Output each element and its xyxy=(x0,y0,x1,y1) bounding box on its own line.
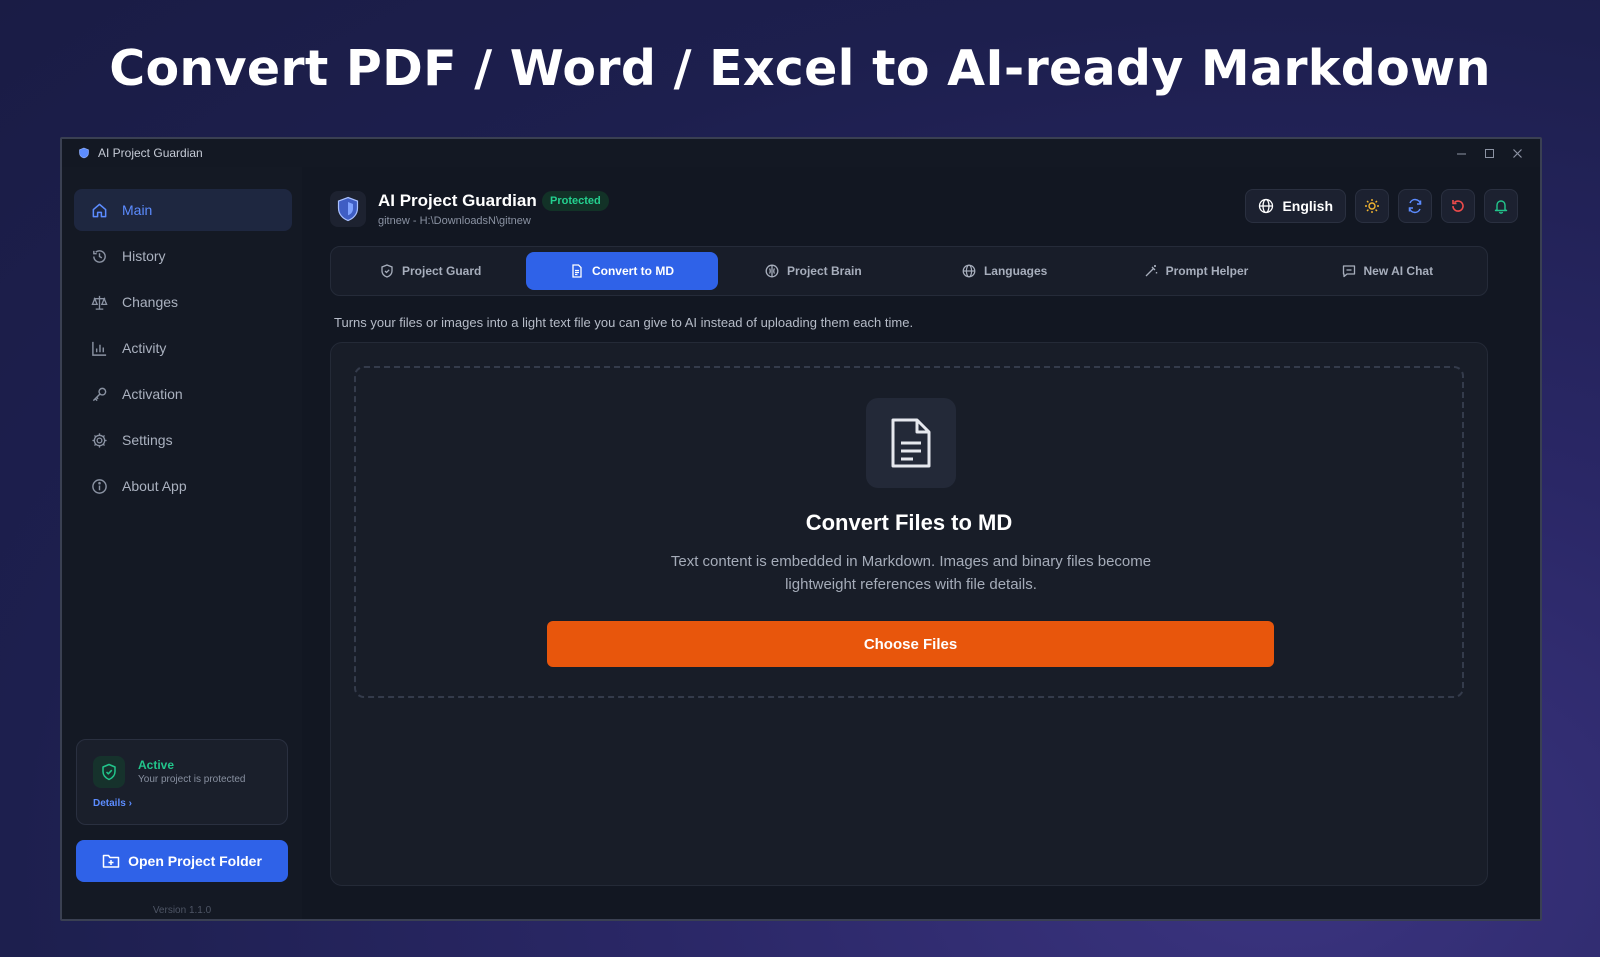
app-logo xyxy=(330,191,366,227)
sidebar-item-label: Settings xyxy=(122,432,173,448)
sidebar-item-label: About App xyxy=(122,478,187,494)
tab-label: Project Brain xyxy=(786,264,862,278)
app-window: AI Project Guardian Main History Changes… xyxy=(60,137,1542,921)
folder-plus-icon xyxy=(102,853,120,869)
app-name: AI Project Guardian xyxy=(378,191,537,210)
rotate-ccw-icon xyxy=(1450,198,1466,214)
sidebar-item-activity[interactable]: Activity xyxy=(74,327,292,369)
sidebar-item-label: Activation xyxy=(122,386,183,402)
sidebar: Main History Changes Activity Activation… xyxy=(62,167,302,919)
sidebar-item-changes[interactable]: Changes xyxy=(74,281,292,323)
key-icon xyxy=(90,385,108,403)
tab-label: Languages xyxy=(983,264,1048,278)
tab-languages[interactable]: Languages xyxy=(909,252,1100,290)
headline: Convert PDF / Word / Excel to AI-ready M… xyxy=(109,40,1491,97)
file-dropzone[interactable]: Convert Files to MD Text content is embe… xyxy=(354,366,1464,698)
sidebar-item-main[interactable]: Main xyxy=(74,189,292,231)
tab-new-ai-chat[interactable]: New AI Chat xyxy=(1292,252,1483,290)
dropzone-title: Convert Files to MD xyxy=(805,510,1013,535)
open-project-folder-label: Open Project Folder xyxy=(128,853,262,869)
status-title: Active xyxy=(138,758,175,772)
theme-toggle-button[interactable] xyxy=(1355,189,1389,223)
tab-prompt-helper[interactable]: Prompt Helper xyxy=(1100,252,1291,290)
feature-description: Turns your files or images into a light … xyxy=(334,315,914,330)
dropzone-description: Text content is embedded in Markdown. Im… xyxy=(670,553,1152,593)
chevron-right-icon: › xyxy=(128,798,132,809)
protected-badge: Protected xyxy=(542,191,609,211)
home-icon xyxy=(90,201,108,219)
language-label: English xyxy=(1282,198,1333,214)
file-document-icon xyxy=(866,398,956,488)
tab-project-guard[interactable]: Project Guard xyxy=(335,252,526,290)
globe-icon xyxy=(1258,198,1274,214)
scale-icon xyxy=(90,293,108,311)
feature-tabs: Project Guard Convert to MD Project Brai… xyxy=(330,246,1488,296)
notifications-button[interactable] xyxy=(1484,189,1518,223)
tab-label: Prompt Helper xyxy=(1165,264,1249,278)
sidebar-item-about-app[interactable]: About App xyxy=(74,465,292,507)
tab-label: New AI Chat xyxy=(1363,264,1434,278)
sidebar-item-label: Changes xyxy=(122,294,179,310)
refresh-button[interactable] xyxy=(1398,189,1432,223)
language-selector[interactable]: English xyxy=(1245,189,1346,223)
bell-icon xyxy=(1493,198,1509,214)
main-content: AI Project Guardian Protected gitnew - H… xyxy=(302,167,1540,919)
tab-label: Convert to MD xyxy=(591,264,674,278)
convert-panel: Convert Files to MD Text content is embe… xyxy=(330,342,1488,886)
maximize-button[interactable] xyxy=(1478,143,1500,163)
sidebar-item-activation[interactable]: Activation xyxy=(74,373,292,415)
shield-check-icon xyxy=(93,756,125,788)
bar-chart-icon xyxy=(90,339,108,357)
window-title: AI Project Guardian xyxy=(98,146,203,160)
sidebar-item-label: Activity xyxy=(122,340,167,356)
choose-files-button[interactable]: Choose Files xyxy=(547,621,1274,667)
sidebar-nav: Main History Changes Activity Activation… xyxy=(74,189,292,511)
shield-icon xyxy=(380,264,394,278)
sun-icon xyxy=(1364,198,1380,214)
sidebar-item-label: History xyxy=(122,248,166,264)
magic-wand-icon xyxy=(1144,264,1158,278)
minimize-button[interactable] xyxy=(1450,143,1472,163)
gear-icon xyxy=(90,431,108,449)
tab-label: Project Guard xyxy=(401,264,482,278)
document-icon xyxy=(570,264,584,278)
brain-icon xyxy=(765,264,779,278)
version-label: Version 1.1.0 xyxy=(152,905,212,916)
tab-project-brain[interactable]: Project Brain xyxy=(718,252,909,290)
protection-status-card: Active Your project is protected Details… xyxy=(76,739,288,825)
title-bar: AI Project Guardian xyxy=(62,139,1540,167)
chat-icon xyxy=(1342,264,1356,278)
app-shield-icon xyxy=(78,147,90,159)
refresh-icon xyxy=(1407,198,1423,214)
status-details-link[interactable]: Details › xyxy=(93,798,132,809)
globe-icon xyxy=(962,264,976,278)
close-button[interactable] xyxy=(1506,143,1528,163)
status-subtitle: Your project is protected xyxy=(138,774,246,785)
project-path: gitnew - H:\DownloadsN\gitnew xyxy=(378,215,531,227)
sidebar-item-label: Main xyxy=(122,202,153,218)
reset-button[interactable] xyxy=(1441,189,1475,223)
open-project-folder-button[interactable]: Open Project Folder xyxy=(76,840,288,882)
tab-convert-to-md[interactable]: Convert to MD xyxy=(526,252,718,290)
header-actions: English xyxy=(1245,189,1518,223)
sidebar-item-settings[interactable]: Settings xyxy=(74,419,292,461)
sidebar-item-history[interactable]: History xyxy=(74,235,292,277)
history-icon xyxy=(90,247,108,265)
info-icon xyxy=(90,477,108,495)
